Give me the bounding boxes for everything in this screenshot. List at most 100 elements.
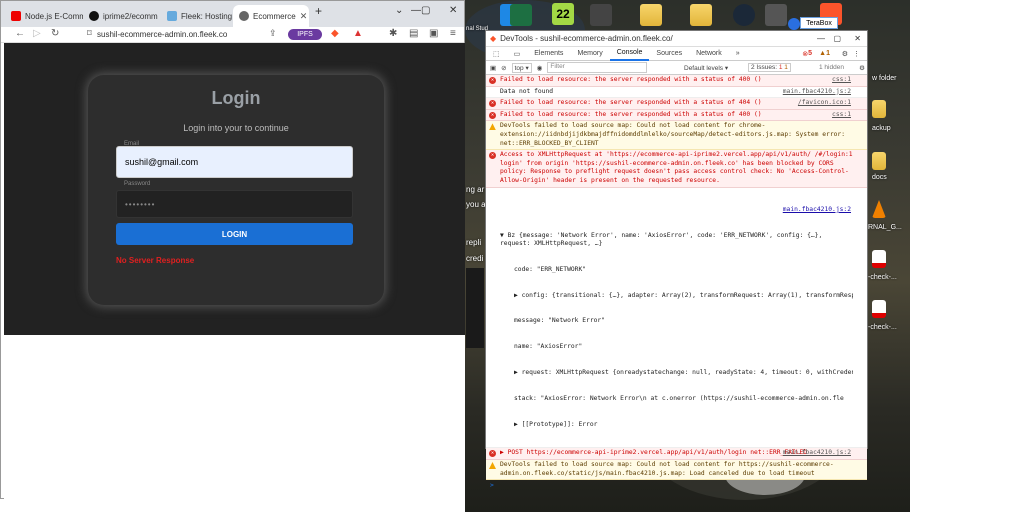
- page-content: Login Login into your to continue Email …: [4, 43, 465, 335]
- filter-input[interactable]: Filter: [547, 62, 648, 73]
- excel-icon[interactable]: [510, 4, 532, 26]
- login-title: Login: [211, 88, 261, 108]
- page-blank: [4, 335, 465, 499]
- fleek-icon: [167, 11, 177, 21]
- github-icon: [89, 11, 99, 21]
- sidebar-icon[interactable]: ▤: [409, 28, 418, 39]
- tab-memory[interactable]: Memory: [570, 47, 609, 61]
- brave-icon: ◆: [490, 34, 497, 43]
- devtools-titlebar: ◆ DevTools - sushil-ecommerce-admin.on.f…: [486, 31, 867, 47]
- calendar-icon[interactable]: 22: [552, 3, 574, 25]
- log-source-link[interactable]: /favicon.ico:1: [798, 99, 851, 108]
- error-object-prop[interactable]: ▶ config: {transitional: {…}, adapter: A…: [500, 292, 853, 301]
- maximize-icon[interactable]: ▢: [833, 34, 841, 43]
- issues-button[interactable]: 2 Issues: 1 1: [748, 63, 791, 72]
- log-text: Access to XMLHttpRequest at 'https://eco…: [500, 151, 857, 184]
- tab-elements[interactable]: Elements: [527, 47, 570, 61]
- terabox-icon[interactable]: [788, 18, 800, 30]
- error-object-prop[interactable]: ▶ [[Prototype]]: Error: [500, 421, 853, 430]
- console-log-object[interactable]: main.fbac4210.js:2 ▼ Bz {message: 'Netwo…: [486, 188, 867, 449]
- warn-count-badge[interactable]: ▲ 1: [812, 47, 837, 61]
- log-source-link[interactable]: main.fbac4210.js:2: [783, 449, 851, 458]
- password-field[interactable]: ••••••••: [116, 190, 353, 218]
- email-field[interactable]: sushil@gmail.com: [116, 146, 353, 178]
- address-bar[interactable]: sushil-ecommerce-admin.on.fleek.co: [97, 27, 279, 42]
- gear-icon[interactable]: ⚙: [859, 64, 865, 72]
- folder-label: w folder: [872, 75, 897, 82]
- tab-sources[interactable]: Sources: [649, 47, 689, 61]
- pdf-icon[interactable]: [872, 250, 886, 268]
- folder-icon[interactable]: [872, 152, 886, 170]
- error-icon: ✕: [489, 100, 496, 108]
- sidebar-toggle-icon[interactable]: ▣: [490, 64, 496, 72]
- partial-text: you a: [466, 200, 486, 209]
- tab-ecommerce[interactable]: Ecommerce ✕: [233, 5, 309, 27]
- tab-label: Ecommerce: [253, 11, 296, 21]
- log-text: DevTools failed to load source map: Coul…: [500, 122, 849, 147]
- back-icon[interactable]: ←: [15, 28, 25, 39]
- more-tabs-icon[interactable]: »: [729, 47, 747, 61]
- login-button[interactable]: LOGIN: [116, 223, 353, 245]
- terabox-label[interactable]: TeraBox: [800, 17, 838, 29]
- tab-bar: Node.js E-Comm ✕ iprime2/ecomm ✕ Fleek: …: [1, 1, 464, 27]
- tab-console[interactable]: Console: [609, 47, 650, 61]
- tab-nodejs[interactable]: Node.js E-Comm ✕: [5, 5, 83, 27]
- tab-github[interactable]: iprime2/ecomm ✕: [83, 5, 161, 27]
- tab-fleek[interactable]: Fleek: Hosting: [161, 5, 233, 27]
- levels-select[interactable]: Default levels ▾: [684, 64, 728, 72]
- folder-icon[interactable]: [872, 100, 886, 118]
- log-source-link[interactable]: main.fbac4210.js:2: [783, 88, 851, 97]
- share-icon[interactable]: ⇪: [269, 28, 277, 39]
- wallet-icon[interactable]: ▣: [429, 28, 438, 39]
- minimize-icon[interactable]: —: [817, 34, 825, 43]
- warn-count: 1: [826, 50, 830, 57]
- context-select[interactable]: top ▾: [511, 62, 532, 73]
- issues-label: 2 Issues:: [751, 64, 778, 71]
- context-value: top: [514, 64, 524, 72]
- rewards-icon[interactable]: ▲: [353, 28, 363, 39]
- device-icon[interactable]: ▭: [507, 47, 528, 61]
- minimize-icon[interactable]: —: [411, 5, 421, 16]
- error-object-prop[interactable]: ▶ request: XMLHttpRequest {onreadystatec…: [500, 369, 853, 378]
- app-icon[interactable]: [765, 4, 787, 26]
- eye-icon[interactable]: ◉: [537, 64, 543, 72]
- error-object-head[interactable]: ▼ Bz {message: 'Network Error', name: 'A…: [500, 232, 853, 249]
- inspect-icon[interactable]: ⬚: [486, 47, 507, 61]
- bookmark-icon[interactable]: ⌑: [87, 28, 92, 39]
- log-source-link[interactable]: main.fbac4210.js:2: [783, 206, 851, 213]
- reload-icon[interactable]: ↻: [51, 28, 59, 39]
- close-icon[interactable]: ✕: [449, 5, 457, 16]
- log-text: Data not found: [500, 87, 554, 95]
- close-icon[interactable]: ✕: [854, 34, 861, 43]
- chevron-down-icon[interactable]: ⌄: [395, 5, 403, 16]
- log-source-link[interactable]: css:1: [832, 111, 851, 120]
- app-icon[interactable]: [590, 4, 612, 26]
- close-icon[interactable]: ✕: [300, 11, 308, 22]
- folder-icon[interactable]: [640, 4, 662, 26]
- warning-icon: [489, 123, 496, 131]
- kebab-icon[interactable]: ⋮: [846, 47, 867, 61]
- log-source-link[interactable]: css:1: [832, 76, 851, 85]
- maximize-icon[interactable]: ▢: [421, 5, 430, 16]
- devtools-title: DevTools - sushil-ecommerce-admin.on.fle…: [500, 34, 673, 43]
- tab-network[interactable]: Network: [689, 47, 729, 61]
- console-toolbar: ▣ ⊘ top ▾ ◉ Filter Default levels ▾ 2 Is…: [486, 61, 867, 75]
- menu-icon[interactable]: ≡: [450, 28, 456, 39]
- background-window: [466, 268, 484, 348]
- folder-icon[interactable]: [690, 4, 712, 26]
- extensions-icon[interactable]: ✱: [389, 28, 397, 39]
- error-icon: ✕: [489, 77, 496, 84]
- browser-toolbar: ← ▷ ↻ ⌑ sushil-ecommerce-admin.on.fleek.…: [1, 27, 464, 43]
- brave-shield-icon[interactable]: ◆: [331, 28, 339, 39]
- partial-text: repli: [466, 238, 482, 247]
- pdf-icon[interactable]: [872, 300, 886, 318]
- forward-icon[interactable]: ▷: [33, 28, 41, 39]
- log-text: DevTools failed to load source map: Coul…: [500, 460, 834, 477]
- steam-icon[interactable]: [733, 4, 755, 26]
- ipfs-badge[interactable]: IPFS: [288, 29, 322, 40]
- new-tab-icon[interactable]: +: [315, 4, 322, 18]
- issues-err: 1: [778, 64, 783, 71]
- console-prompt[interactable]: >: [486, 480, 867, 491]
- clear-icon[interactable]: ⊘: [501, 64, 506, 72]
- file-label: RNAL_G...: [868, 224, 902, 231]
